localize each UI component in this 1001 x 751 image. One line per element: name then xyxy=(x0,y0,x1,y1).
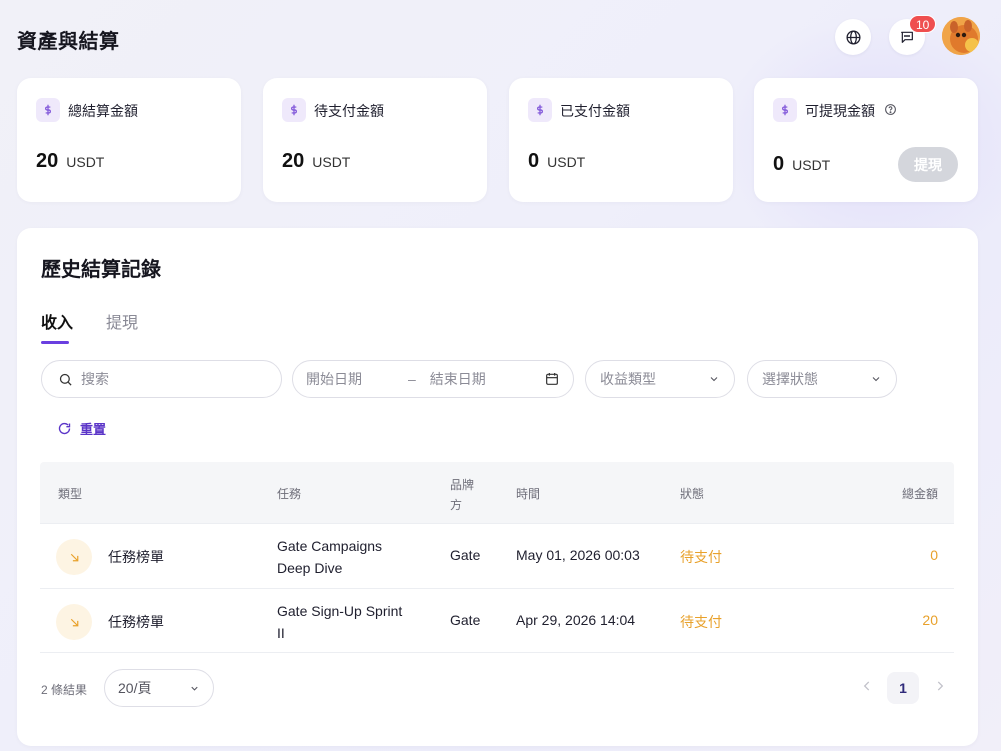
page-title: 資產與結算 xyxy=(17,31,120,53)
row-time: Apr 29, 2026 14:04 xyxy=(516,612,636,628)
arrow-down-right-icon xyxy=(56,539,92,575)
row-type: 任務榜單 xyxy=(108,614,164,630)
arrow-down-right-icon xyxy=(56,604,92,640)
settlement-history-panel: 歷史結算記錄 收入 提現 – 收益類型 選擇狀態 重置 類型 任務 品牌方 時間… xyxy=(17,228,978,746)
row-task-line: Deep Dive xyxy=(277,560,343,576)
row-amount: 20 xyxy=(922,612,938,628)
table-row: 任務榜單 Gate Sign-Up Sprint II Gate Apr 29,… xyxy=(40,588,954,653)
row-brand: Gate xyxy=(450,547,481,563)
dollar-icon xyxy=(773,98,797,122)
row-status: 待支付 xyxy=(680,549,722,565)
reset-button[interactable]: 重置 xyxy=(57,419,106,438)
column-amount: 總金額 xyxy=(901,487,938,501)
globe-icon xyxy=(845,29,861,45)
table-row: 任務榜單 Gate Campaigns Deep Dive Gate May 0… xyxy=(40,523,954,588)
tab-withdraw[interactable]: 提現 xyxy=(106,309,138,333)
card-label: 已支付金額 xyxy=(560,103,630,119)
search-input[interactable] xyxy=(81,371,271,387)
search-box[interactable] xyxy=(41,360,282,398)
column-brand: 品牌方 xyxy=(450,478,475,512)
withdraw-button[interactable]: 提現 xyxy=(898,147,958,182)
card-unit: USDT xyxy=(792,157,831,173)
row-amount: 0 xyxy=(930,547,938,563)
card-amount: 20 xyxy=(36,150,59,172)
page-number-current[interactable]: 1 xyxy=(887,672,919,704)
active-tab-indicator xyxy=(41,341,69,344)
card-unit: USDT xyxy=(66,154,105,170)
card-unit: USDT xyxy=(312,154,351,170)
card-label: 待支付金額 xyxy=(314,103,384,119)
card-label: 總結算金額 xyxy=(68,103,138,119)
start-date-input[interactable] xyxy=(306,371,396,387)
chevron-down-icon xyxy=(872,377,880,382)
next-page-button[interactable] xyxy=(933,679,947,698)
card-value: 20 USDT xyxy=(282,150,350,173)
card-paid-amount: 已支付金額 0 USDT xyxy=(509,78,733,202)
row-type: 任務榜單 xyxy=(108,549,164,565)
chevron-right-icon xyxy=(937,681,944,691)
card-pending-amount: 待支付金額 20 USDT xyxy=(263,78,487,202)
user-avatar[interactable] xyxy=(942,17,980,55)
date-range-picker[interactable]: – xyxy=(292,360,574,398)
settlement-table: 類型 任務 品牌方 時間 狀態 總金額 任務榜單 Gate Campaigns … xyxy=(40,462,954,653)
card-withdrawable-amount: 可提現金額 0 USDT 提現 xyxy=(754,78,978,202)
dollar-icon xyxy=(282,98,306,122)
tab-income[interactable]: 收入 xyxy=(41,309,73,333)
page-size-value: 20/頁 xyxy=(118,680,152,696)
card-value: 0 USDT xyxy=(528,150,585,173)
income-type-select-value: 收益類型 xyxy=(600,371,656,387)
row-status: 待支付 xyxy=(680,614,722,630)
column-status: 狀態 xyxy=(680,487,705,501)
calendar-icon[interactable] xyxy=(544,371,560,387)
card-amount: 0 xyxy=(773,153,785,175)
column-time: 時間 xyxy=(516,487,541,501)
column-task: 任務 xyxy=(277,487,302,501)
chevron-down-icon xyxy=(191,686,198,691)
previous-page-button[interactable] xyxy=(860,679,874,698)
card-total-settlement: 總結算金額 20 USDT xyxy=(17,78,241,202)
row-task-line: Gate Sign-Up Sprint xyxy=(277,603,403,619)
column-type: 類型 xyxy=(58,487,83,501)
chevron-left-icon xyxy=(863,681,870,691)
notification-badge: 10 xyxy=(909,15,937,33)
status-select-value: 選擇狀態 xyxy=(762,371,818,387)
card-amount: 20 xyxy=(282,150,305,172)
date-separator: – xyxy=(408,371,416,387)
row-brand: Gate xyxy=(450,612,481,628)
help-icon[interactable] xyxy=(884,103,897,121)
status-select[interactable]: 選擇狀態 xyxy=(747,360,897,398)
search-icon xyxy=(59,373,72,386)
reset-label: 重置 xyxy=(80,422,107,437)
table-header: 類型 任務 品牌方 時間 狀態 總金額 xyxy=(40,462,954,523)
top-bar: 資產與結算 10 xyxy=(0,0,1001,72)
row-time: May 01, 2026 00:03 xyxy=(516,547,640,563)
card-unit: USDT xyxy=(547,154,586,170)
income-type-select[interactable]: 收益類型 xyxy=(585,360,735,398)
card-label: 可提現金額 xyxy=(805,103,875,119)
row-task-line: II xyxy=(277,625,285,641)
page-size-select[interactable]: 20/頁 xyxy=(104,669,214,707)
dollar-icon xyxy=(528,98,552,122)
row-task: Gate Sign-Up Sprint II xyxy=(277,600,402,644)
card-value: 20 USDT xyxy=(36,150,104,173)
dollar-icon xyxy=(36,98,60,122)
chevron-down-icon xyxy=(710,377,718,382)
row-task: Gate Campaigns Deep Dive xyxy=(277,535,382,579)
language-button[interactable] xyxy=(835,19,871,55)
end-date-input[interactable] xyxy=(429,371,520,387)
card-amount: 0 xyxy=(528,150,540,172)
refresh-icon xyxy=(58,422,71,435)
avatar-image xyxy=(942,17,980,55)
section-title: 歷史結算記錄 xyxy=(41,259,161,281)
result-count: 2 條結果 xyxy=(41,683,88,697)
card-value: 0 USDT xyxy=(773,153,830,176)
row-task-line: Gate Campaigns xyxy=(277,538,383,554)
